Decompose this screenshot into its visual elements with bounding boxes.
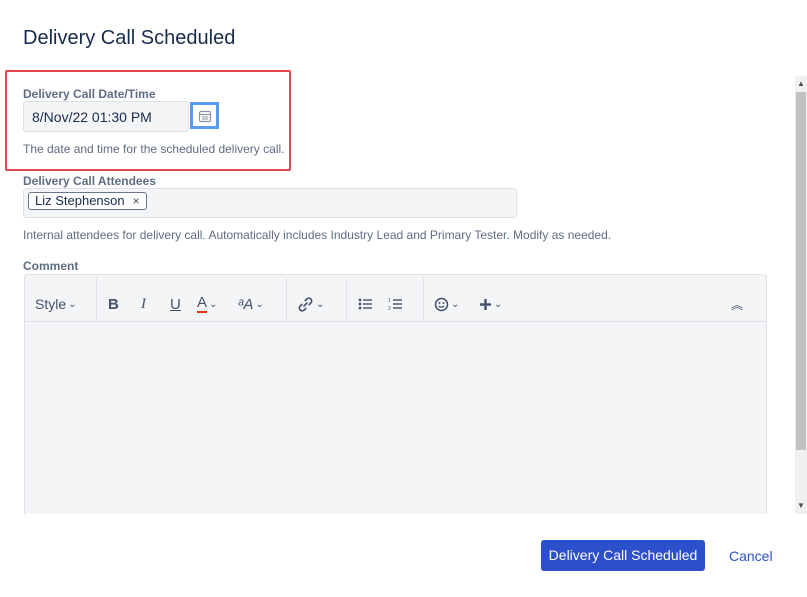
chevron-down-icon: ⌄ bbox=[68, 298, 77, 310]
svg-text:2: 2 bbox=[388, 306, 391, 311]
toolbar-divider bbox=[423, 278, 424, 322]
emoji-button[interactable]: ⌄ bbox=[434, 294, 459, 314]
plus-icon bbox=[480, 298, 491, 310]
dialog-title: Delivery Call Scheduled bbox=[23, 27, 236, 49]
scrollbar-thumb[interactable] bbox=[796, 92, 806, 450]
toolbar-divider bbox=[96, 278, 97, 322]
toolbar-divider bbox=[346, 278, 347, 322]
attendees-field-help: Internal attendees for delivery call. Au… bbox=[23, 228, 612, 242]
bullet-list-button[interactable] bbox=[358, 294, 373, 314]
scroll-down-arrow-icon[interactable]: ▼ bbox=[796, 499, 806, 513]
collapse-toolbar-button[interactable]: ︽ bbox=[731, 294, 743, 314]
numbered-list-icon: 1 2 bbox=[388, 298, 402, 311]
submit-button[interactable]: Delivery Call Scheduled bbox=[541, 540, 705, 571]
comment-editor-area[interactable] bbox=[24, 322, 767, 514]
emoji-icon bbox=[434, 297, 449, 311]
link-button[interactable]: ⌄ bbox=[297, 294, 324, 314]
highlight-annotation-box bbox=[5, 70, 291, 171]
style-dropdown[interactable]: Style ⌄ bbox=[35, 294, 77, 314]
toolbar-divider bbox=[286, 278, 287, 322]
style-dropdown-label: Style bbox=[35, 296, 67, 312]
remove-attendee-icon[interactable]: × bbox=[133, 193, 140, 209]
text-color-button[interactable]: A ⌄ bbox=[197, 294, 217, 314]
comment-field-label: Comment bbox=[23, 259, 79, 273]
numbered-list-button[interactable]: 1 2 bbox=[388, 294, 403, 314]
more-formatting-button[interactable]: ᵃA ⌄ bbox=[238, 294, 264, 314]
bold-button[interactable]: B bbox=[108, 294, 119, 314]
chevron-down-icon: ⌄ bbox=[451, 298, 460, 310]
chevron-down-icon: ⌄ bbox=[494, 298, 503, 310]
chevron-down-icon: ⌄ bbox=[255, 298, 264, 310]
cancel-button[interactable]: Cancel bbox=[729, 548, 773, 564]
attendee-chip: Liz Stephenson × bbox=[28, 192, 147, 210]
insert-button[interactable]: ⌄ bbox=[479, 294, 502, 314]
attendee-chip-name: Liz Stephenson bbox=[35, 193, 125, 208]
attendees-field-label: Delivery Call Attendees bbox=[23, 174, 156, 188]
more-formatting-icon: ᵃA bbox=[238, 295, 254, 313]
link-icon bbox=[298, 296, 313, 312]
text-color-icon: A bbox=[197, 294, 208, 313]
scroll-up-arrow-icon[interactable]: ▲ bbox=[796, 77, 806, 91]
bullet-list-icon bbox=[358, 298, 372, 310]
svg-text:1: 1 bbox=[388, 298, 391, 304]
underline-button[interactable]: U bbox=[170, 294, 181, 314]
italic-button[interactable]: I bbox=[141, 294, 146, 314]
double-chevron-up-icon: ︽ bbox=[731, 297, 744, 312]
chevron-down-icon: ⌄ bbox=[209, 298, 218, 310]
chevron-down-icon: ⌄ bbox=[316, 298, 325, 310]
